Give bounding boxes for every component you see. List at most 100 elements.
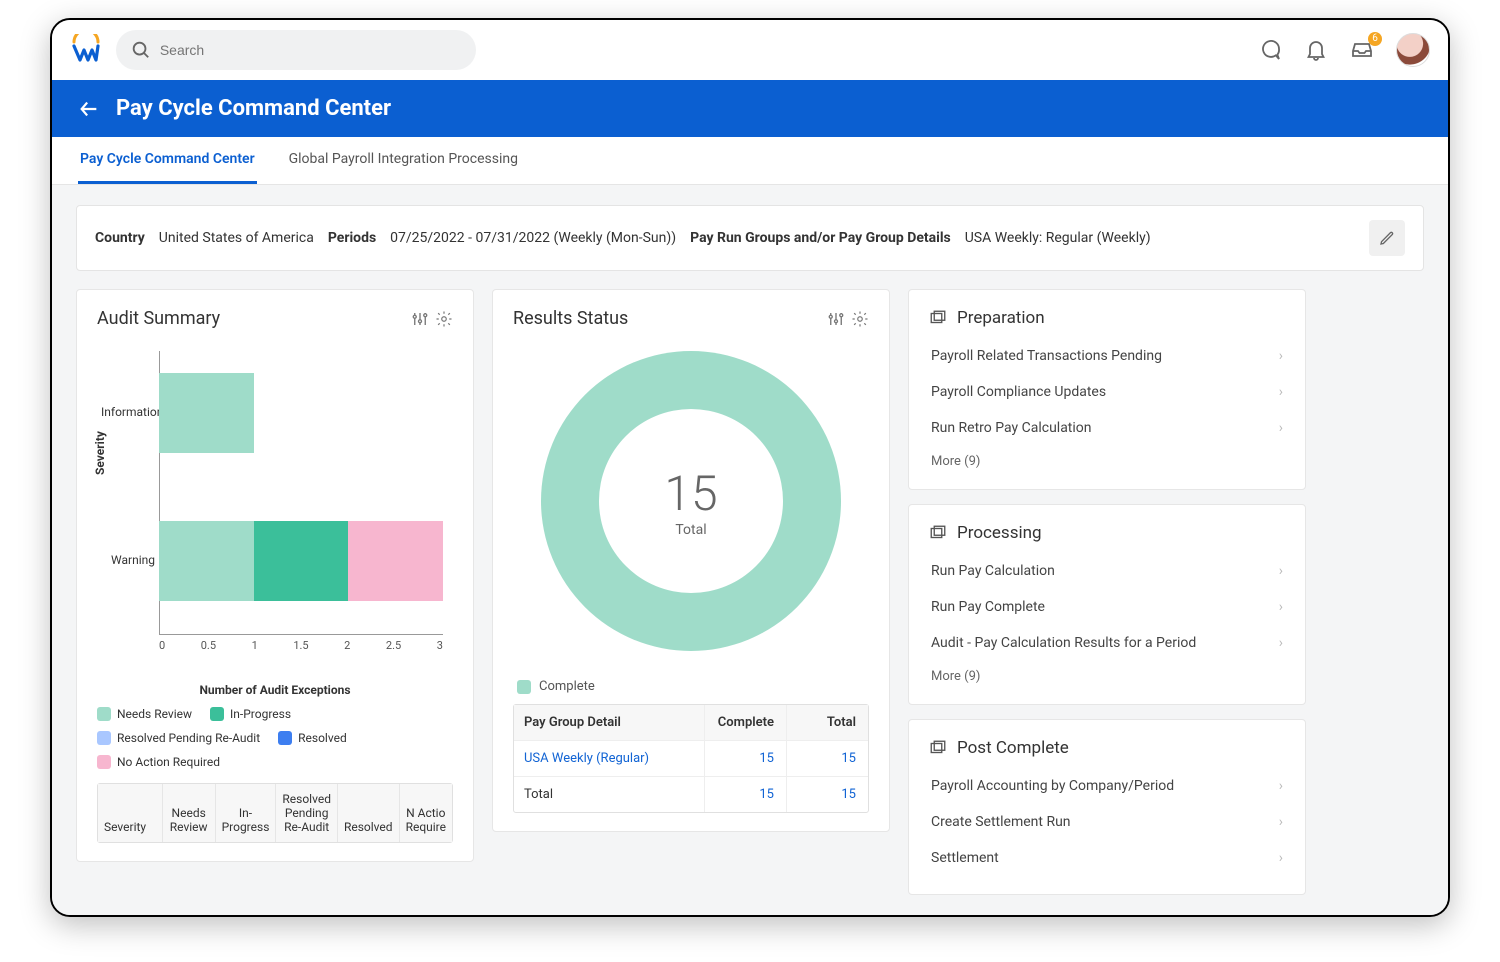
post-item-0[interactable]: Payroll Accounting by Company/Period› <box>929 768 1285 804</box>
chevron-right-icon: › <box>1279 850 1283 866</box>
audit-summary-title: Audit Summary <box>97 308 220 329</box>
audit-th-needs: Needs Review <box>163 784 216 842</box>
filter-periods-label: Periods <box>328 230 376 246</box>
results-total-label: Total <box>675 522 706 538</box>
chevron-right-icon: › <box>1279 814 1283 830</box>
results-val-total[interactable]: 15 <box>786 741 868 776</box>
search-input[interactable] <box>160 42 462 58</box>
results-table: Pay Group Detail Complete Total USA Week… <box>513 704 869 813</box>
bar-informational-needs-review[interactable] <box>159 373 254 453</box>
edit-filters-button[interactable] <box>1369 220 1405 256</box>
bar-warning-no-action-required[interactable] <box>348 521 443 601</box>
post-title: Post Complete <box>957 738 1069 758</box>
results-status-card: Results Status 15 Total <box>492 289 890 832</box>
results-total-complete[interactable]: 15 <box>704 777 786 812</box>
processing-card: Processing Run Pay Calculation› Run Pay … <box>908 504 1306 705</box>
chat-icon[interactable] <box>1258 38 1282 62</box>
chevron-right-icon: › <box>1279 348 1283 364</box>
global-search[interactable] <box>116 30 476 70</box>
legend-in-progress: In-Progress <box>210 707 291 721</box>
bar-warning-in-progress[interactable] <box>254 521 349 601</box>
legend-resolved: Resolved <box>278 731 347 745</box>
results-legend-complete: Complete <box>539 679 595 694</box>
filter-country-value: United States of America <box>159 230 314 246</box>
workday-logo[interactable] <box>70 34 102 66</box>
prep-item-1[interactable]: Payroll Compliance Updates› <box>929 374 1285 410</box>
page-banner: Pay Cycle Command Center <box>52 80 1448 137</box>
chevron-right-icon: › <box>1279 599 1283 615</box>
audit-th-pending: Resolved Pending Re-Audit <box>276 784 338 842</box>
results-link-usa-weekly[interactable]: USA Weekly (Regular) <box>514 741 704 776</box>
user-avatar[interactable] <box>1396 33 1430 67</box>
audit-row-warning-label: Warning <box>101 553 155 567</box>
audit-x-ticks: 00.511.522.53 <box>159 639 443 653</box>
post-complete-card: Post Complete Payroll Accounting by Comp… <box>908 719 1306 895</box>
audit-chart: Severity Informational Warning 00.511.52… <box>97 341 453 681</box>
audit-ylabel: Severity <box>93 431 107 475</box>
layers-icon <box>929 309 947 327</box>
audit-table: Severity Needs Review In-Progress Resolv… <box>97 783 453 843</box>
prep-item-2[interactable]: Run Retro Pay Calculation› <box>929 410 1285 446</box>
results-th-total: Total <box>786 705 868 740</box>
gear-icon[interactable] <box>435 310 453 328</box>
inbox-badge: 6 <box>1368 32 1382 46</box>
results-th-complete: Complete <box>704 705 786 740</box>
top-bar: 6 <box>52 20 1448 80</box>
results-legend: Complete <box>517 679 595 694</box>
sliders-icon[interactable] <box>411 310 429 328</box>
top-actions: 6 <box>1258 33 1430 67</box>
back-arrow-icon[interactable] <box>78 98 100 120</box>
tab-global-payroll[interactable]: Global Payroll Integration Processing <box>287 137 520 184</box>
chevron-right-icon: › <box>1279 563 1283 579</box>
chevron-right-icon: › <box>1279 420 1283 436</box>
app-frame: 6 Pay Cycle Command Center Pay Cycle Com… <box>50 18 1450 917</box>
post-item-1[interactable]: Create Settlement Run› <box>929 804 1285 840</box>
proc-item-1[interactable]: Run Pay Complete› <box>929 589 1285 625</box>
filter-periods-value: 07/25/2022 - 07/31/2022 (Weekly (Mon-Sun… <box>390 230 676 246</box>
audit-th-noaction: N Actio Require <box>400 784 452 842</box>
results-val-complete[interactable]: 15 <box>704 741 786 776</box>
layers-icon <box>929 524 947 542</box>
audit-xlabel: Number of Audit Exceptions <box>97 683 453 697</box>
proc-more[interactable]: More (9) <box>929 661 1285 686</box>
sliders-icon[interactable] <box>827 310 845 328</box>
legend-no-action: No Action Required <box>97 755 220 769</box>
audit-row-informational-label: Informational <box>101 405 155 419</box>
prep-item-0[interactable]: Payroll Related Transactions Pending› <box>929 338 1285 374</box>
filter-bar: Country United States of America Periods… <box>76 205 1424 271</box>
legend-resolved-pending: Resolved Pending Re-Audit <box>97 731 260 745</box>
preparation-title: Preparation <box>957 308 1045 328</box>
post-item-2[interactable]: Settlement› <box>929 840 1285 876</box>
filter-groups-label: Pay Run Groups and/or Pay Group Details <box>690 230 951 246</box>
layers-icon <box>929 739 947 757</box>
proc-item-0[interactable]: Run Pay Calculation› <box>929 553 1285 589</box>
inbox-icon[interactable]: 6 <box>1350 38 1374 62</box>
preparation-card: Preparation Payroll Related Transactions… <box>908 289 1306 490</box>
audit-legend: Needs Review In-Progress Resolved Pendin… <box>97 707 453 769</box>
legend-needs-review: Needs Review <box>97 707 192 721</box>
chevron-right-icon: › <box>1279 635 1283 651</box>
results-row-total: Total 15 15 <box>514 776 868 812</box>
right-column: Preparation Payroll Related Transactions… <box>908 289 1306 895</box>
results-status-title: Results Status <box>513 308 628 329</box>
prep-more[interactable]: More (9) <box>929 446 1285 471</box>
results-donut: 15 Total <box>541 351 841 651</box>
results-total-number: 15 <box>664 465 717 522</box>
chevron-right-icon: › <box>1279 384 1283 400</box>
tab-pay-cycle[interactable]: Pay Cycle Command Center <box>78 137 257 184</box>
pencil-icon <box>1379 230 1395 246</box>
chevron-right-icon: › <box>1279 778 1283 794</box>
page-tabs: Pay Cycle Command Center Global Payroll … <box>52 137 1448 185</box>
bar-warning-needs-review[interactable] <box>159 521 254 601</box>
bell-icon[interactable] <box>1304 38 1328 62</box>
results-total-total[interactable]: 15 <box>786 777 868 812</box>
proc-item-2[interactable]: Audit - Pay Calculation Results for a Pe… <box>929 625 1285 661</box>
gear-icon[interactable] <box>851 310 869 328</box>
results-row-usa-weekly: USA Weekly (Regular) 15 15 <box>514 740 868 776</box>
results-total-row-label: Total <box>514 777 704 812</box>
results-th-detail: Pay Group Detail <box>514 705 704 740</box>
search-icon <box>130 38 152 62</box>
audit-th-severity: Severity <box>98 784 163 842</box>
audit-summary-card: Audit Summary Severity Informational <box>76 289 474 862</box>
page-title: Pay Cycle Command Center <box>116 96 391 121</box>
